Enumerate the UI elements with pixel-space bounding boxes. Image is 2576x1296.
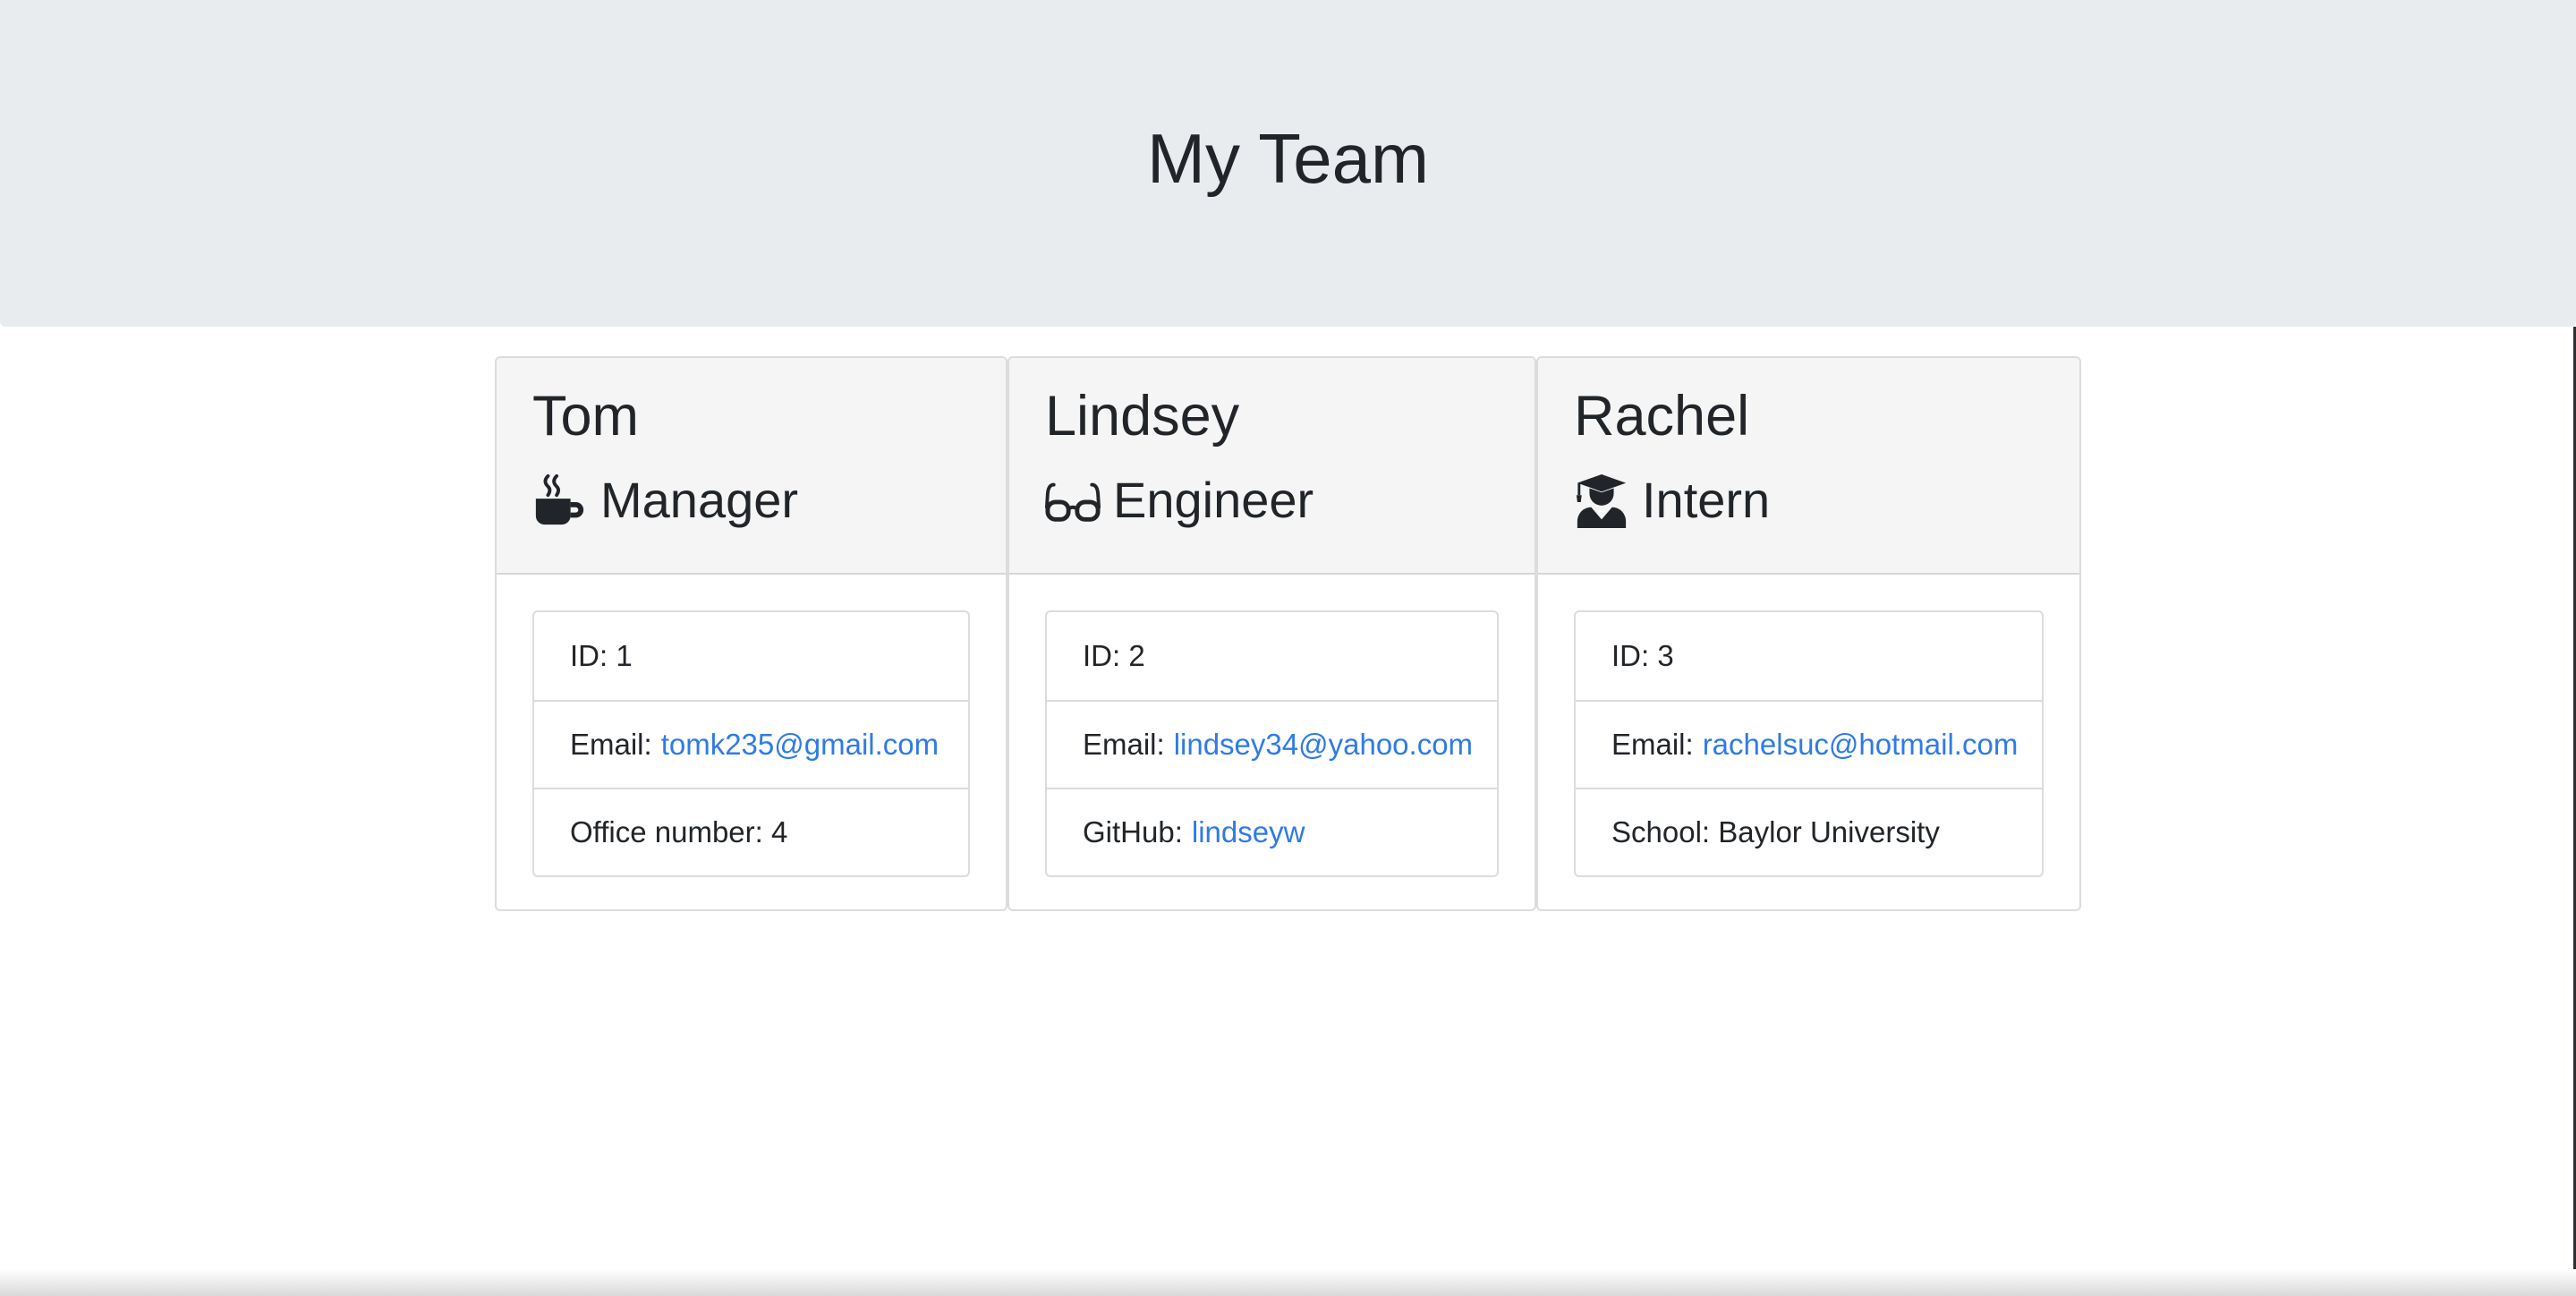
id-value: 2	[1128, 639, 1145, 672]
office-number-item: Office number: 4	[534, 788, 968, 875]
card-header: Tom Manager	[497, 358, 1006, 575]
email-label: Email:	[570, 728, 652, 761]
team-cards: Tom Manager ID: 1 Email: tomk235@gmail.c…	[495, 356, 2081, 911]
github-link[interactable]: lindseyw	[1192, 815, 1305, 849]
page-title: My Team	[1147, 119, 1429, 198]
card-body: ID: 2 Email: lindsey34@yahoo.com GitHub:…	[1009, 575, 1535, 909]
id-label: ID:	[1611, 639, 1650, 672]
card-body: ID: 3 Email: rachelsuc@hotmail.com Schoo…	[1538, 575, 2079, 909]
employee-card-intern: Rachel Intern ID: 3 Email: rachelsuc@hot…	[1536, 356, 2081, 911]
office-number-value: 4	[771, 815, 788, 848]
employee-role: Manager	[532, 469, 970, 532]
id-value: 3	[1657, 639, 1674, 672]
role-label: Engineer	[1113, 472, 1314, 528]
user-graduate-icon	[1574, 473, 1629, 528]
github-label: GitHub:	[1083, 815, 1183, 848]
card-header: Lindsey Engineer	[1009, 358, 1535, 575]
page-header: My Team	[0, 0, 2576, 327]
employee-role: Intern	[1574, 469, 2044, 532]
window-bottom-shadow	[0, 1269, 2576, 1296]
email-link[interactable]: lindsey34@yahoo.com	[1174, 728, 1473, 762]
email-label: Email:	[1611, 728, 1694, 761]
info-list: ID: 3 Email: rachelsuc@hotmail.com Schoo…	[1574, 610, 2044, 877]
employee-card-manager: Tom Manager ID: 1 Email: tomk235@gmail.c…	[495, 356, 1007, 911]
school-label: School:	[1611, 815, 1711, 848]
office-number-label: Office number:	[570, 815, 763, 848]
card-header: Rachel Intern	[1538, 358, 2079, 575]
employee-role: Engineer	[1045, 469, 1499, 532]
school-item: School: Baylor University	[1576, 788, 2042, 875]
employee-name: Lindsey	[1045, 385, 1240, 448]
email-item: Email: rachelsuc@hotmail.com	[1576, 700, 2042, 788]
id-item: ID: 3	[1576, 612, 2042, 700]
id-label: ID:	[570, 639, 608, 672]
id-value: 1	[616, 639, 633, 672]
email-link[interactable]: rachelsuc@hotmail.com	[1703, 728, 2019, 762]
school-value: Baylor University	[1718, 815, 1940, 848]
email-item: Email: tomk235@gmail.com	[534, 700, 968, 788]
mug-hot-icon	[532, 473, 588, 528]
email-label: Email:	[1083, 728, 1165, 761]
employee-name: Tom	[532, 385, 640, 448]
role-label: Intern	[1642, 472, 1771, 528]
id-item: ID: 1	[534, 612, 968, 700]
email-item: Email: lindsey34@yahoo.com	[1047, 700, 1497, 788]
github-item: GitHub: lindseyw	[1047, 788, 1497, 875]
info-list: ID: 1 Email: tomk235@gmail.com Office nu…	[532, 610, 970, 877]
employee-name: Rachel	[1574, 385, 1750, 448]
info-list: ID: 2 Email: lindsey34@yahoo.com GitHub:…	[1045, 610, 1499, 877]
employee-card-engineer: Lindsey Engineer ID: 2 Email: lindsey34@…	[1007, 356, 1536, 911]
glasses-icon	[1045, 473, 1101, 528]
id-item: ID: 2	[1047, 612, 1497, 700]
id-label: ID:	[1083, 639, 1121, 672]
card-body: ID: 1 Email: tomk235@gmail.com Office nu…	[497, 575, 1006, 909]
email-link[interactable]: tomk235@gmail.com	[661, 728, 939, 762]
role-label: Manager	[600, 472, 799, 528]
